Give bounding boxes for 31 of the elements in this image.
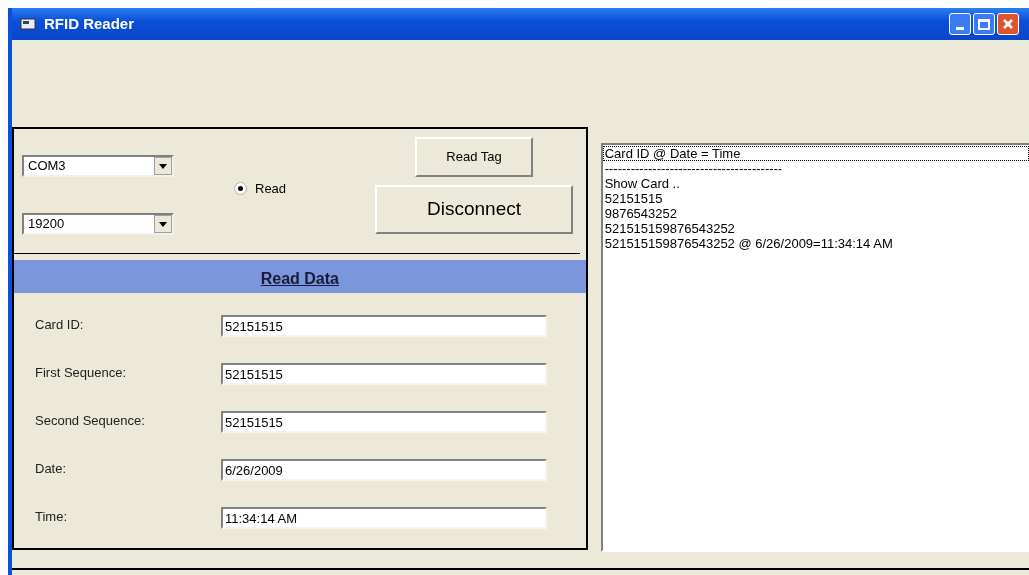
window-title: RFID Reader bbox=[44, 13, 136, 34]
input-field[interactable]: 52151515 bbox=[221, 411, 547, 433]
port-dropdown[interactable]: 19200 bbox=[22, 213, 174, 235]
input-field[interactable]: 52151515 bbox=[221, 315, 547, 337]
caret-icon bbox=[154, 157, 172, 175]
field-label: Second Sequence: bbox=[34, 412, 146, 430]
close-button[interactable] bbox=[997, 13, 1019, 35]
input-field[interactable]: 6/26/2009 bbox=[221, 459, 547, 481]
log-entry[interactable]: 9876543252 bbox=[602, 206, 1029, 221]
log-entry[interactable]: Show Card .. bbox=[602, 176, 1029, 191]
section-header: Read Data bbox=[14, 260, 586, 293]
field-label: Time: bbox=[34, 508, 69, 526]
port-dropdown[interactable]: COM3 bbox=[22, 155, 174, 177]
log-entry[interactable]: 521515159876543252 @ 6/26/2009=11:34:14 AM bbox=[602, 236, 1029, 251]
log-entry[interactable]: ----------------------------------------- bbox=[602, 161, 1029, 176]
field-label: Card ID: bbox=[34, 316, 85, 334]
log-entry[interactable]: Card ID @ Date = Time bbox=[602, 146, 1029, 161]
field-label: First Sequence: bbox=[34, 364, 128, 382]
disconnect-button[interactable]: Disconnect bbox=[375, 185, 573, 234]
caret-icon bbox=[154, 215, 172, 233]
input-field[interactable]: 52151515 bbox=[221, 363, 547, 385]
close-icon bbox=[1002, 18, 1014, 30]
input-field[interactable]: 11:34:14 AM bbox=[221, 507, 547, 529]
field-label: Date: bbox=[34, 460, 68, 478]
minimize-button[interactable] bbox=[949, 13, 971, 35]
maximize-button[interactable] bbox=[973, 13, 995, 35]
log-entry[interactable]: 52151515 bbox=[602, 191, 1029, 206]
read-radio[interactable]: Read bbox=[234, 179, 374, 199]
window-icon bbox=[20, 18, 36, 30]
read-tag-button[interactable]: Read Tag bbox=[415, 137, 533, 177]
log-entry[interactable]: 521515159876543252 bbox=[602, 221, 1029, 236]
